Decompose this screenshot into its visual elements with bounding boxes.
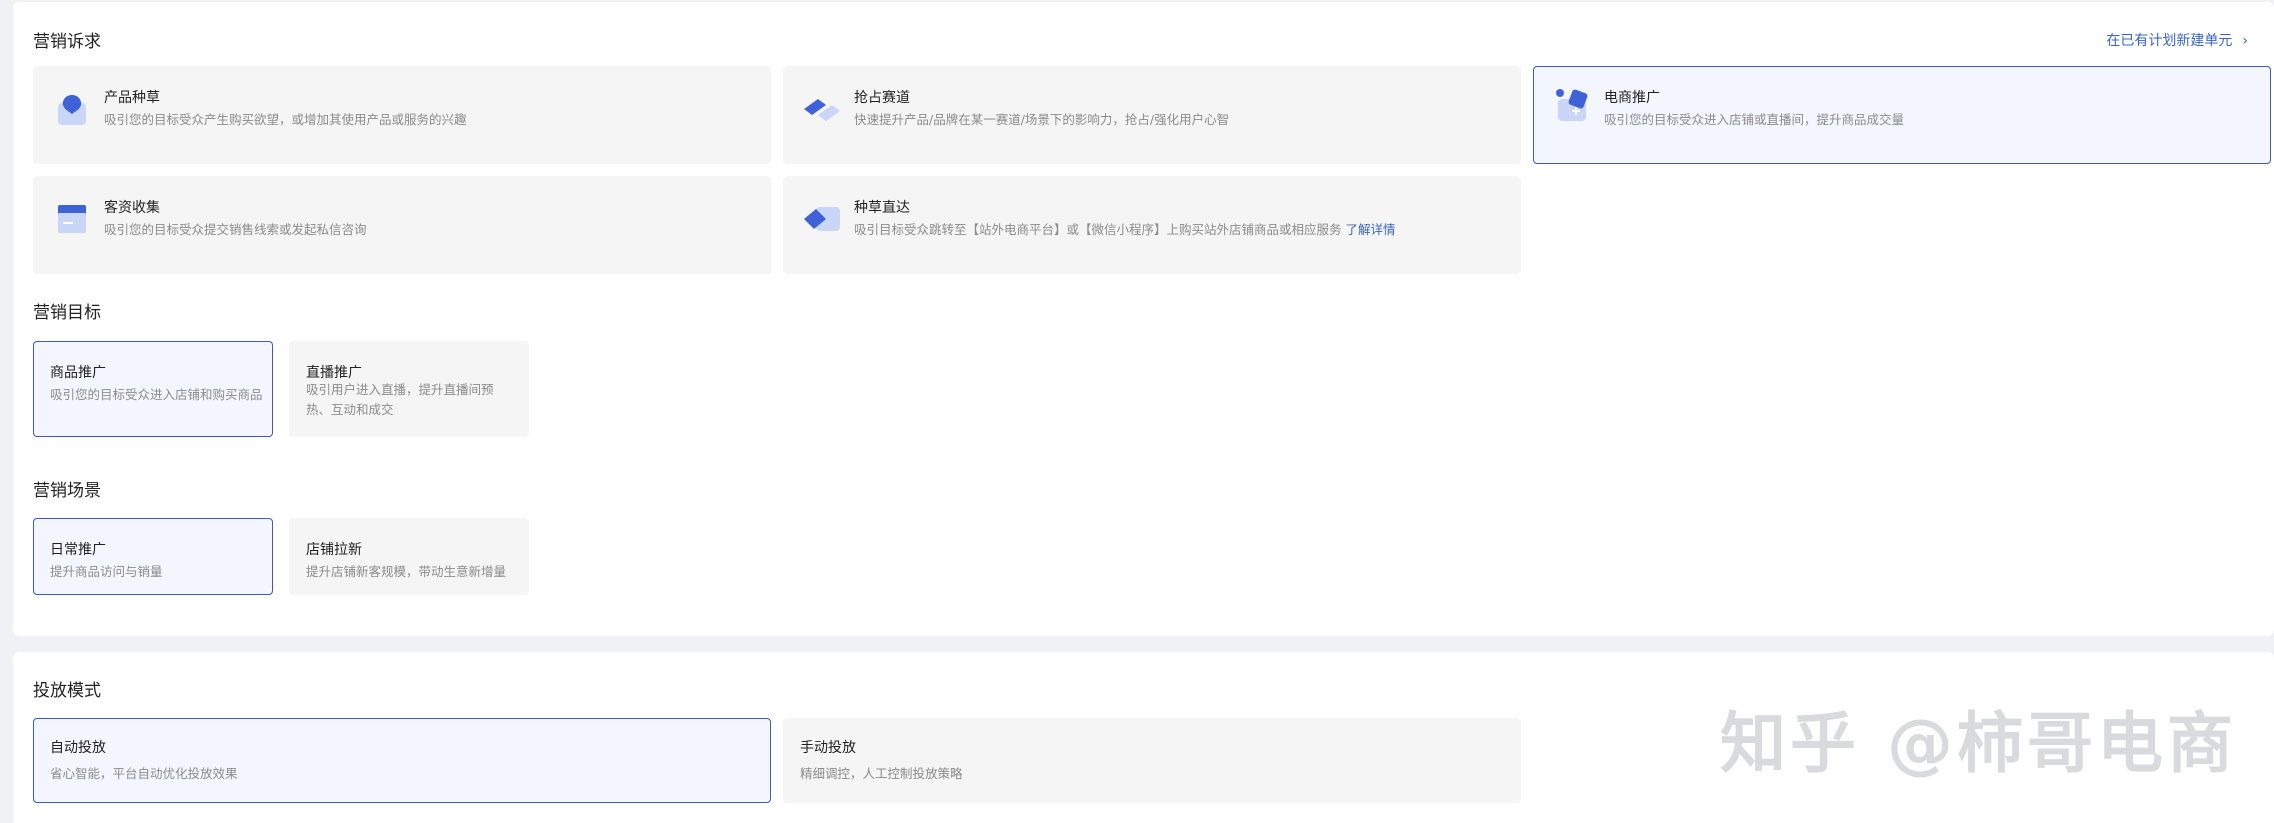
marketing-config-panel: 营销诉求 在已有计划新建单元 › 产品种草 吸引您的目标受众产生购买欲望，或增加其…	[13, 2, 2274, 636]
mode-card-auto[interactable]: 自动投放 省心智能，平台自动优化投放效果	[33, 718, 771, 803]
appeal-card-lead-collection[interactable]: 客资收集 吸引您的目标受众提交销售线索或发起私信咨询	[33, 176, 771, 274]
card-title: 自动投放	[50, 740, 106, 756]
card-desc: 吸引您的目标受众产生购买欲望，或增加其使用产品或服务的兴趣	[104, 112, 467, 127]
goal-card-live-promotion[interactable]: 直播推广 吸引用户进入直播，提升直播间预热、互动和成交	[289, 341, 529, 437]
card-desc: 提升店铺新客规模，带动生意新增量	[306, 564, 507, 579]
card-title: 客资收集	[104, 200, 160, 216]
card-desc: 吸引您的目标受众提交销售线索或发起私信咨询	[104, 222, 367, 237]
appeal-card-track[interactable]: 抢占赛道 快速提升产品/品牌在某一赛道/场景下的影响力，抢占/强化用户心智	[783, 66, 1521, 164]
card-title: 商品推广	[50, 365, 106, 381]
card-title: 日常推广	[50, 542, 106, 558]
card-desc: 吸引您的目标受众进入店铺和购买商品	[50, 387, 263, 402]
scene-card-daily[interactable]: 日常推广 提升商品访问与销量	[33, 518, 273, 595]
card-title: 电商推广	[1604, 90, 1660, 106]
card-title: 抢占赛道	[854, 90, 910, 106]
mode-section-title: 投放模式	[33, 681, 101, 701]
card-desc: 快速提升产品/品牌在某一赛道/场景下的影响力，抢占/强化用户心智	[854, 112, 1230, 127]
card-desc: 吸引目标受众跳转至【站外电商平台】或【微信小程序】上购买站外店铺商品或相应服务 …	[854, 219, 1396, 238]
card-desc: 吸引用户进入直播，提升直播间预热、互动和成交	[306, 382, 494, 417]
ecommerce-cart-icon	[1556, 89, 1588, 121]
new-unit-link-label: 在已有计划新建单元	[2106, 33, 2233, 49]
learn-more-link[interactable]: 了解详情	[1346, 222, 1396, 237]
card-desc: 提升商品访问与销量	[50, 564, 163, 579]
mode-card-manual[interactable]: 手动投放 精细调控，人工控制投放策略	[783, 718, 1521, 803]
card-desc: 吸引您的目标受众进入店铺或直播间，提升商品成交量	[1604, 112, 1905, 127]
track-icon	[804, 99, 840, 121]
scene-section-title: 营销场景	[33, 481, 101, 501]
appeal-card-ecommerce[interactable]: 电商推广 吸引您的目标受众进入店铺或直播间，提升商品成交量	[1533, 66, 2271, 164]
goal-section-title: 营销目标	[33, 303, 101, 323]
appeal-card-product-seeding[interactable]: 产品种草 吸引您的目标受众产生购买欲望，或增加其使用产品或服务的兴趣	[33, 66, 771, 164]
card-title: 店铺拉新	[306, 542, 362, 558]
appeal-card-direct-seeding[interactable]: 种草直达 吸引目标受众跳转至【站外电商平台】或【微信小程序】上购买站外店铺商品或…	[783, 176, 1521, 274]
new-unit-link[interactable]: 在已有计划新建单元 ›	[2106, 30, 2248, 50]
scene-card-new-customers[interactable]: 店铺拉新 提升店铺新客规模，带动生意新增量	[289, 518, 529, 595]
card-title: 直播推广	[306, 365, 362, 381]
card-title: 手动投放	[800, 740, 856, 756]
watermark: 知乎 @柿哥电商	[1720, 705, 2237, 782]
card-title: 产品种草	[104, 90, 160, 106]
lead-form-icon	[58, 205, 86, 233]
card-desc: 省心智能，平台自动优化投放效果	[50, 766, 238, 781]
direct-seeding-icon	[804, 207, 840, 231]
product-seeding-icon	[58, 95, 86, 125]
chevron-right-icon: ›	[2242, 33, 2248, 49]
appeal-section-title: 营销诉求	[33, 32, 101, 52]
card-desc-text: 吸引目标受众跳转至【站外电商平台】或【微信小程序】上购买站外店铺商品或相应服务	[854, 222, 1342, 237]
card-desc: 精细调控，人工控制投放策略	[800, 766, 963, 781]
goal-card-product-promotion[interactable]: 商品推广 吸引您的目标受众进入店铺和购买商品	[33, 341, 273, 437]
card-title: 种草直达	[854, 200, 910, 216]
